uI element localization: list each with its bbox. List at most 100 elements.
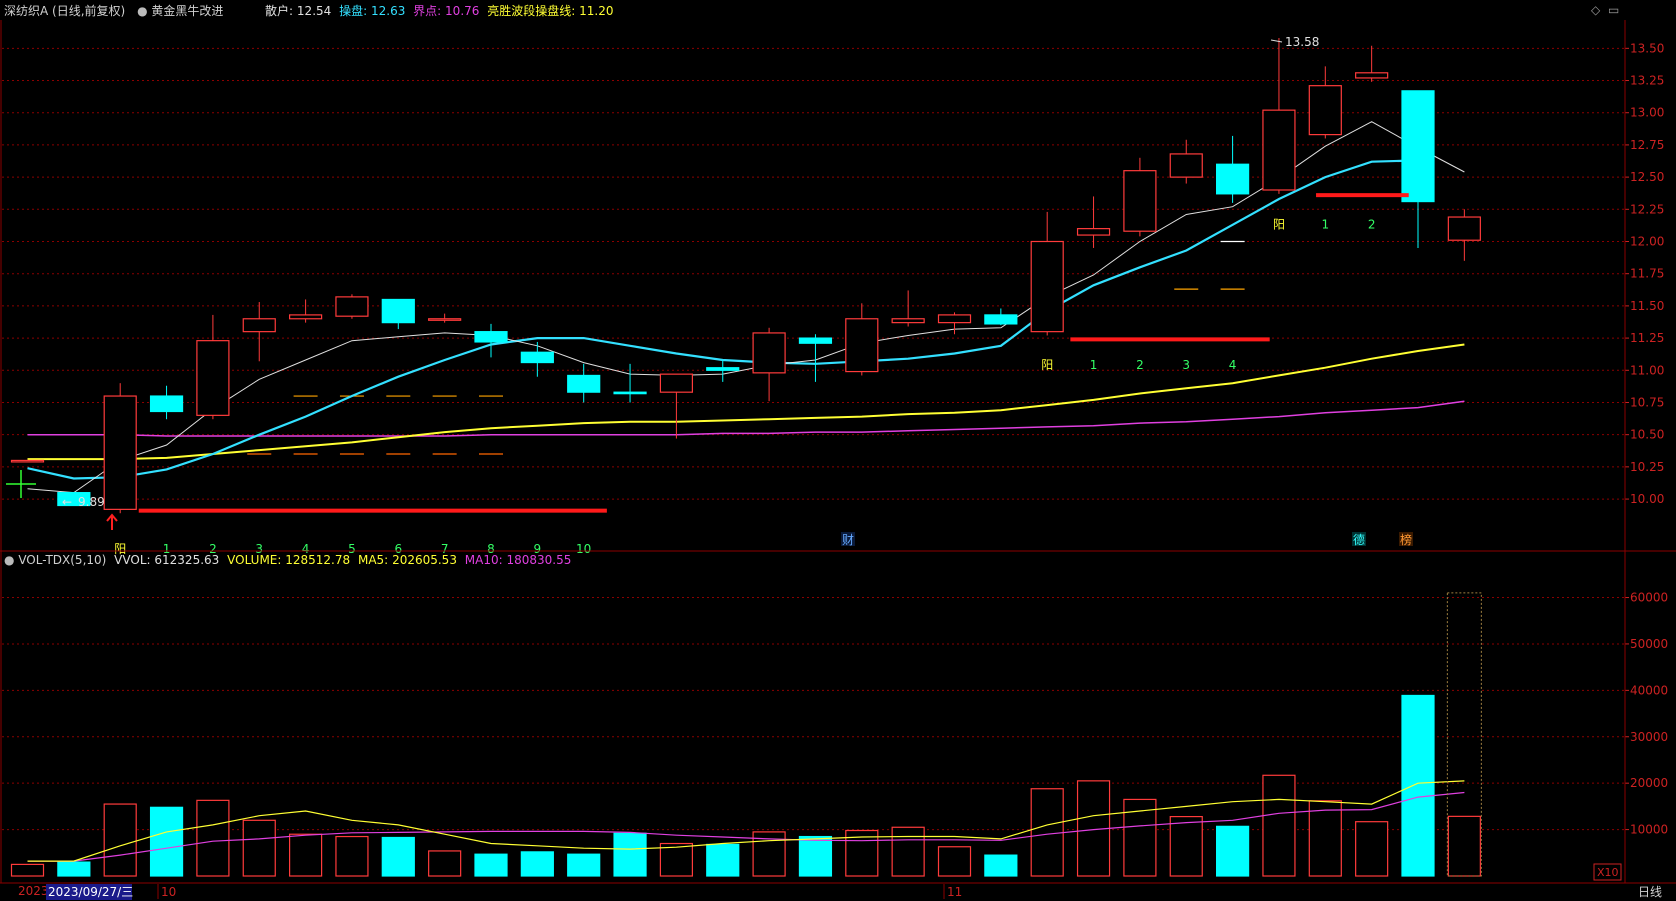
retail-value: 12.54 [296, 4, 332, 18]
diamond-icon[interactable]: ◇ [1591, 3, 1600, 17]
candle-body [10, 459, 45, 463]
candle-body [1076, 228, 1111, 236]
volume-bar [1355, 821, 1389, 877]
candle-body [567, 374, 601, 393]
volume-bar [1215, 825, 1250, 877]
candle-body [1169, 153, 1203, 178]
price-tick-label: 13.25 [1630, 74, 1664, 88]
candle-body [1308, 85, 1342, 136]
volume-tick-label: 60000 [1630, 591, 1668, 605]
price-tick-label: 13.00 [1630, 106, 1664, 120]
count-label: 阳 [1041, 358, 1053, 372]
indicator-toggle-icon[interactable]: ● [137, 4, 147, 18]
volume-bar [659, 842, 694, 877]
low-arrow: ← [62, 495, 72, 509]
volume-bar [103, 803, 137, 877]
volume-tick-label: 20000 [1630, 776, 1668, 790]
volume-bar [984, 854, 1018, 877]
cai-marker[interactable]: 财 [842, 533, 854, 547]
volume-label: VOLUME: [227, 553, 282, 567]
price-axis: 13.50 13.25 13.00 12.75 12.50 12.25 12.00 11.75… [1625, 41, 1664, 506]
vvol-value: 612325.63 [154, 553, 220, 567]
volume-bar [289, 833, 323, 877]
ma5-label: MA5: [357, 553, 389, 567]
price-tick-label: 11.75 [1630, 267, 1664, 281]
candle-body [1123, 170, 1157, 232]
volume-indicator-name[interactable]: VOL-TDX(5,10) [18, 553, 106, 567]
cursor-date: 2023/09/27/三 [48, 885, 133, 899]
count-label: 1 [1090, 358, 1098, 372]
candle-body [289, 314, 323, 320]
volume-toggle-icon[interactable]: ● [4, 553, 14, 567]
signal-bar [1070, 337, 1270, 342]
candle-body [149, 395, 184, 413]
stock-name[interactable]: 深纺织A [4, 4, 48, 18]
volume-bar [937, 846, 972, 877]
period-button[interactable]: 日线 [1638, 885, 1662, 899]
volume-bar [706, 843, 740, 877]
ma-cyan-line [27, 159, 1419, 480]
indicator-name[interactable]: 黄金黑牛改进 [151, 4, 223, 18]
wave-value: 11.20 [579, 4, 614, 18]
candle-body [520, 351, 554, 364]
crosshair-icon [6, 470, 36, 498]
volume-bar [891, 826, 925, 877]
volume-bar [520, 851, 554, 877]
volume-bar [798, 835, 833, 877]
price-tick-label: 11.50 [1630, 299, 1664, 313]
count-labels: 阳 1 2 3 4 5 6 7 8 9 10阳 1 2 3 4阳 1 2 [114, 217, 1375, 556]
price-tick-label: 12.00 [1630, 235, 1664, 249]
candle-body [381, 298, 415, 324]
volume-bar [1169, 815, 1203, 877]
bound-value: 10.76 [445, 4, 480, 18]
vvol-label: VVOL: [114, 553, 151, 567]
volume-bar [1030, 788, 1064, 877]
high-arrow [1270, 39, 1283, 43]
volume-tick-label: 50000 [1630, 637, 1668, 651]
candle-body [474, 331, 508, 343]
volume-bar [1262, 774, 1296, 877]
signal-bar [1316, 193, 1409, 198]
kline-chart: 13.50 13.25 13.00 12.75 12.50 12.25 12.00 11.75… [0, 20, 1676, 900]
candle-body [984, 314, 1018, 325]
scale-label[interactable]: X10 [1597, 866, 1619, 879]
volume-tick-label: 30000 [1630, 730, 1668, 744]
year-label: 2023 [18, 884, 49, 898]
price-tick-label: 10.50 [1630, 428, 1664, 442]
candle-body [798, 337, 833, 344]
ctrl-label: 操盘: [339, 4, 368, 18]
candle-body [706, 367, 740, 371]
candle-body [752, 332, 786, 374]
price-tick-label: 10.25 [1630, 460, 1664, 474]
bound-label: 界点: [413, 4, 442, 18]
count-label: 10 [576, 542, 591, 556]
volume-bar [1308, 800, 1342, 877]
count-label: 1 [1321, 217, 1329, 231]
retail-label: 散户: [265, 4, 294, 18]
candle-body [659, 373, 694, 393]
volume-bar [149, 806, 184, 877]
candle-body [937, 314, 972, 324]
bang-marker[interactable]: 榜 [1400, 532, 1412, 547]
volume-bar [196, 799, 230, 877]
volume-bar [10, 863, 45, 877]
candle-body [335, 296, 369, 317]
price-tick-label: 13.50 [1630, 41, 1664, 55]
signal-bar [138, 508, 607, 513]
candle-body [1262, 109, 1296, 191]
price-header: 深纺织A (日线,前复权) ● 黄金黑牛改进 散户: 12.54 操盘: 12.… [4, 2, 613, 19]
volume-tick-label: 40000 [1630, 683, 1668, 697]
low-label: 9.89 [78, 495, 105, 509]
price-tick-label: 12.50 [1630, 170, 1664, 184]
volume-bar [428, 850, 462, 877]
de-marker[interactable]: 德 [1353, 532, 1365, 547]
ma5-value: 202605.53 [392, 553, 457, 567]
volume-bar [242, 819, 276, 877]
high-label: 13.58 [1285, 35, 1319, 49]
candle-body [1215, 163, 1250, 195]
collapse-icon[interactable]: ▭ [1608, 3, 1619, 17]
count-label: 4 [1229, 358, 1237, 372]
ctrl-value: 12.63 [370, 4, 406, 18]
candle-body [1401, 90, 1435, 203]
candle-body [891, 318, 925, 324]
